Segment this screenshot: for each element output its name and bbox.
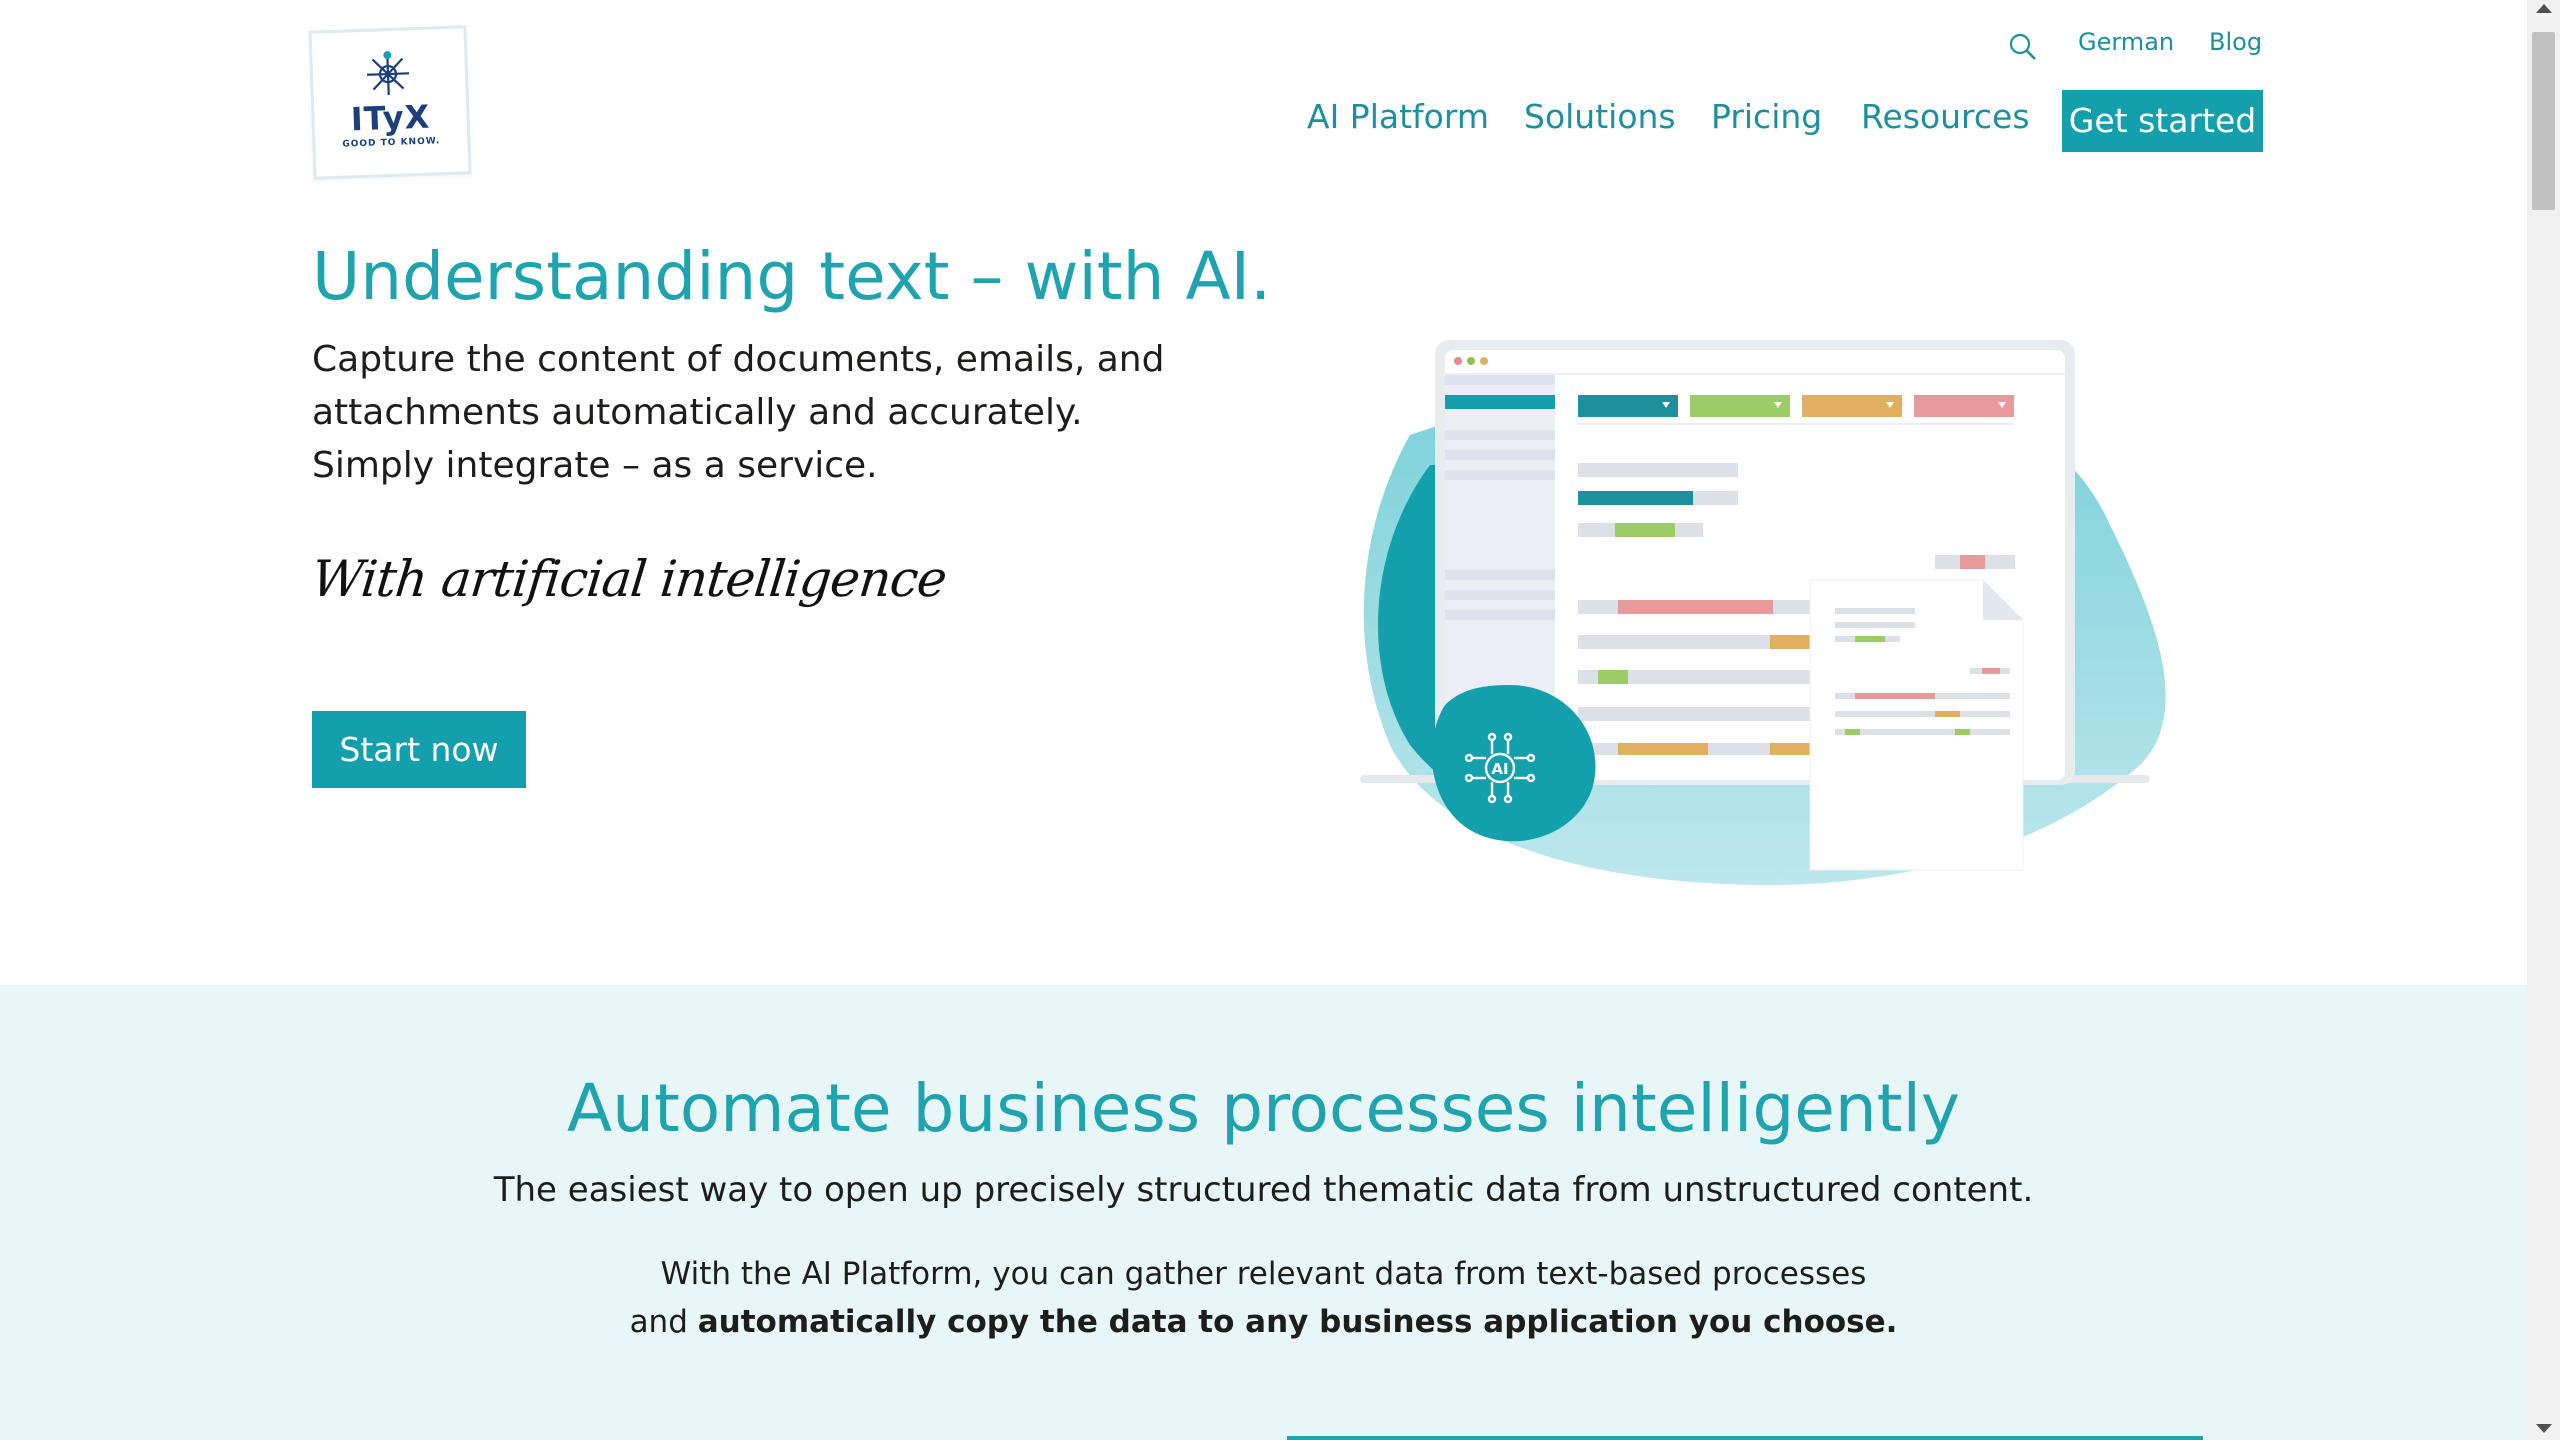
- scroll-up-icon[interactable]: [2536, 4, 2552, 13]
- section-body: With the AI Platform, you can gather rel…: [0, 1250, 2527, 1346]
- language-link[interactable]: German: [2078, 28, 2174, 56]
- section-body-highlight: automatically copy the data to any busin…: [697, 1304, 1898, 1340]
- scrollbar[interactable]: [2527, 0, 2560, 1440]
- hero-description: Capture the content of documents, emails…: [312, 333, 1212, 492]
- hero-line: Simply integrate – as a service.: [312, 445, 878, 486]
- section-title: Automate business processes intelligentl…: [567, 1070, 1960, 1147]
- hero-line: Capture the content of documents, emails…: [312, 339, 1165, 380]
- ityx-star-icon: [366, 51, 410, 96]
- get-started-button[interactable]: Get started: [2062, 90, 2263, 152]
- search-icon[interactable]: [2008, 32, 2038, 62]
- logo-wordmark: ITyX: [350, 97, 431, 139]
- logo[interactable]: ITyX GOOD TO KNOW.: [308, 25, 472, 180]
- nav-item-solutions[interactable]: Solutions: [1524, 97, 1676, 136]
- nav-item-pricing[interactable]: Pricing: [1711, 97, 1822, 136]
- ai-badge-label: AI: [1491, 760, 1508, 778]
- ai-chip-icon: AI: [1464, 732, 1536, 804]
- hero-line: attachments automatically and accurately…: [312, 392, 1083, 433]
- features-band: [0, 985, 2527, 1440]
- section-body-prefix: and: [629, 1304, 698, 1340]
- hero-illustration: [1360, 340, 2166, 885]
- scrollbar-thumb[interactable]: [2532, 32, 2555, 210]
- scroll-down-icon[interactable]: [2536, 1424, 2552, 1433]
- section-subtitle: The easiest way to open up precisely str…: [493, 1170, 2034, 1210]
- content-card-top-border: [1287, 1436, 2203, 1440]
- hero-title: Understanding text – with AI.: [312, 238, 1272, 315]
- section-body-line: and automatically copy the data to any b…: [0, 1298, 2527, 1346]
- script-tagline: With artificial intelligence: [308, 550, 949, 608]
- section-body-line: With the AI Platform, you can gather rel…: [660, 1256, 1867, 1292]
- nav-item-resources[interactable]: Resources: [1861, 97, 2030, 136]
- nav-item-ai-platform[interactable]: AI Platform: [1307, 97, 1489, 136]
- blog-link[interactable]: Blog: [2209, 28, 2262, 56]
- start-now-button[interactable]: Start now: [312, 711, 526, 788]
